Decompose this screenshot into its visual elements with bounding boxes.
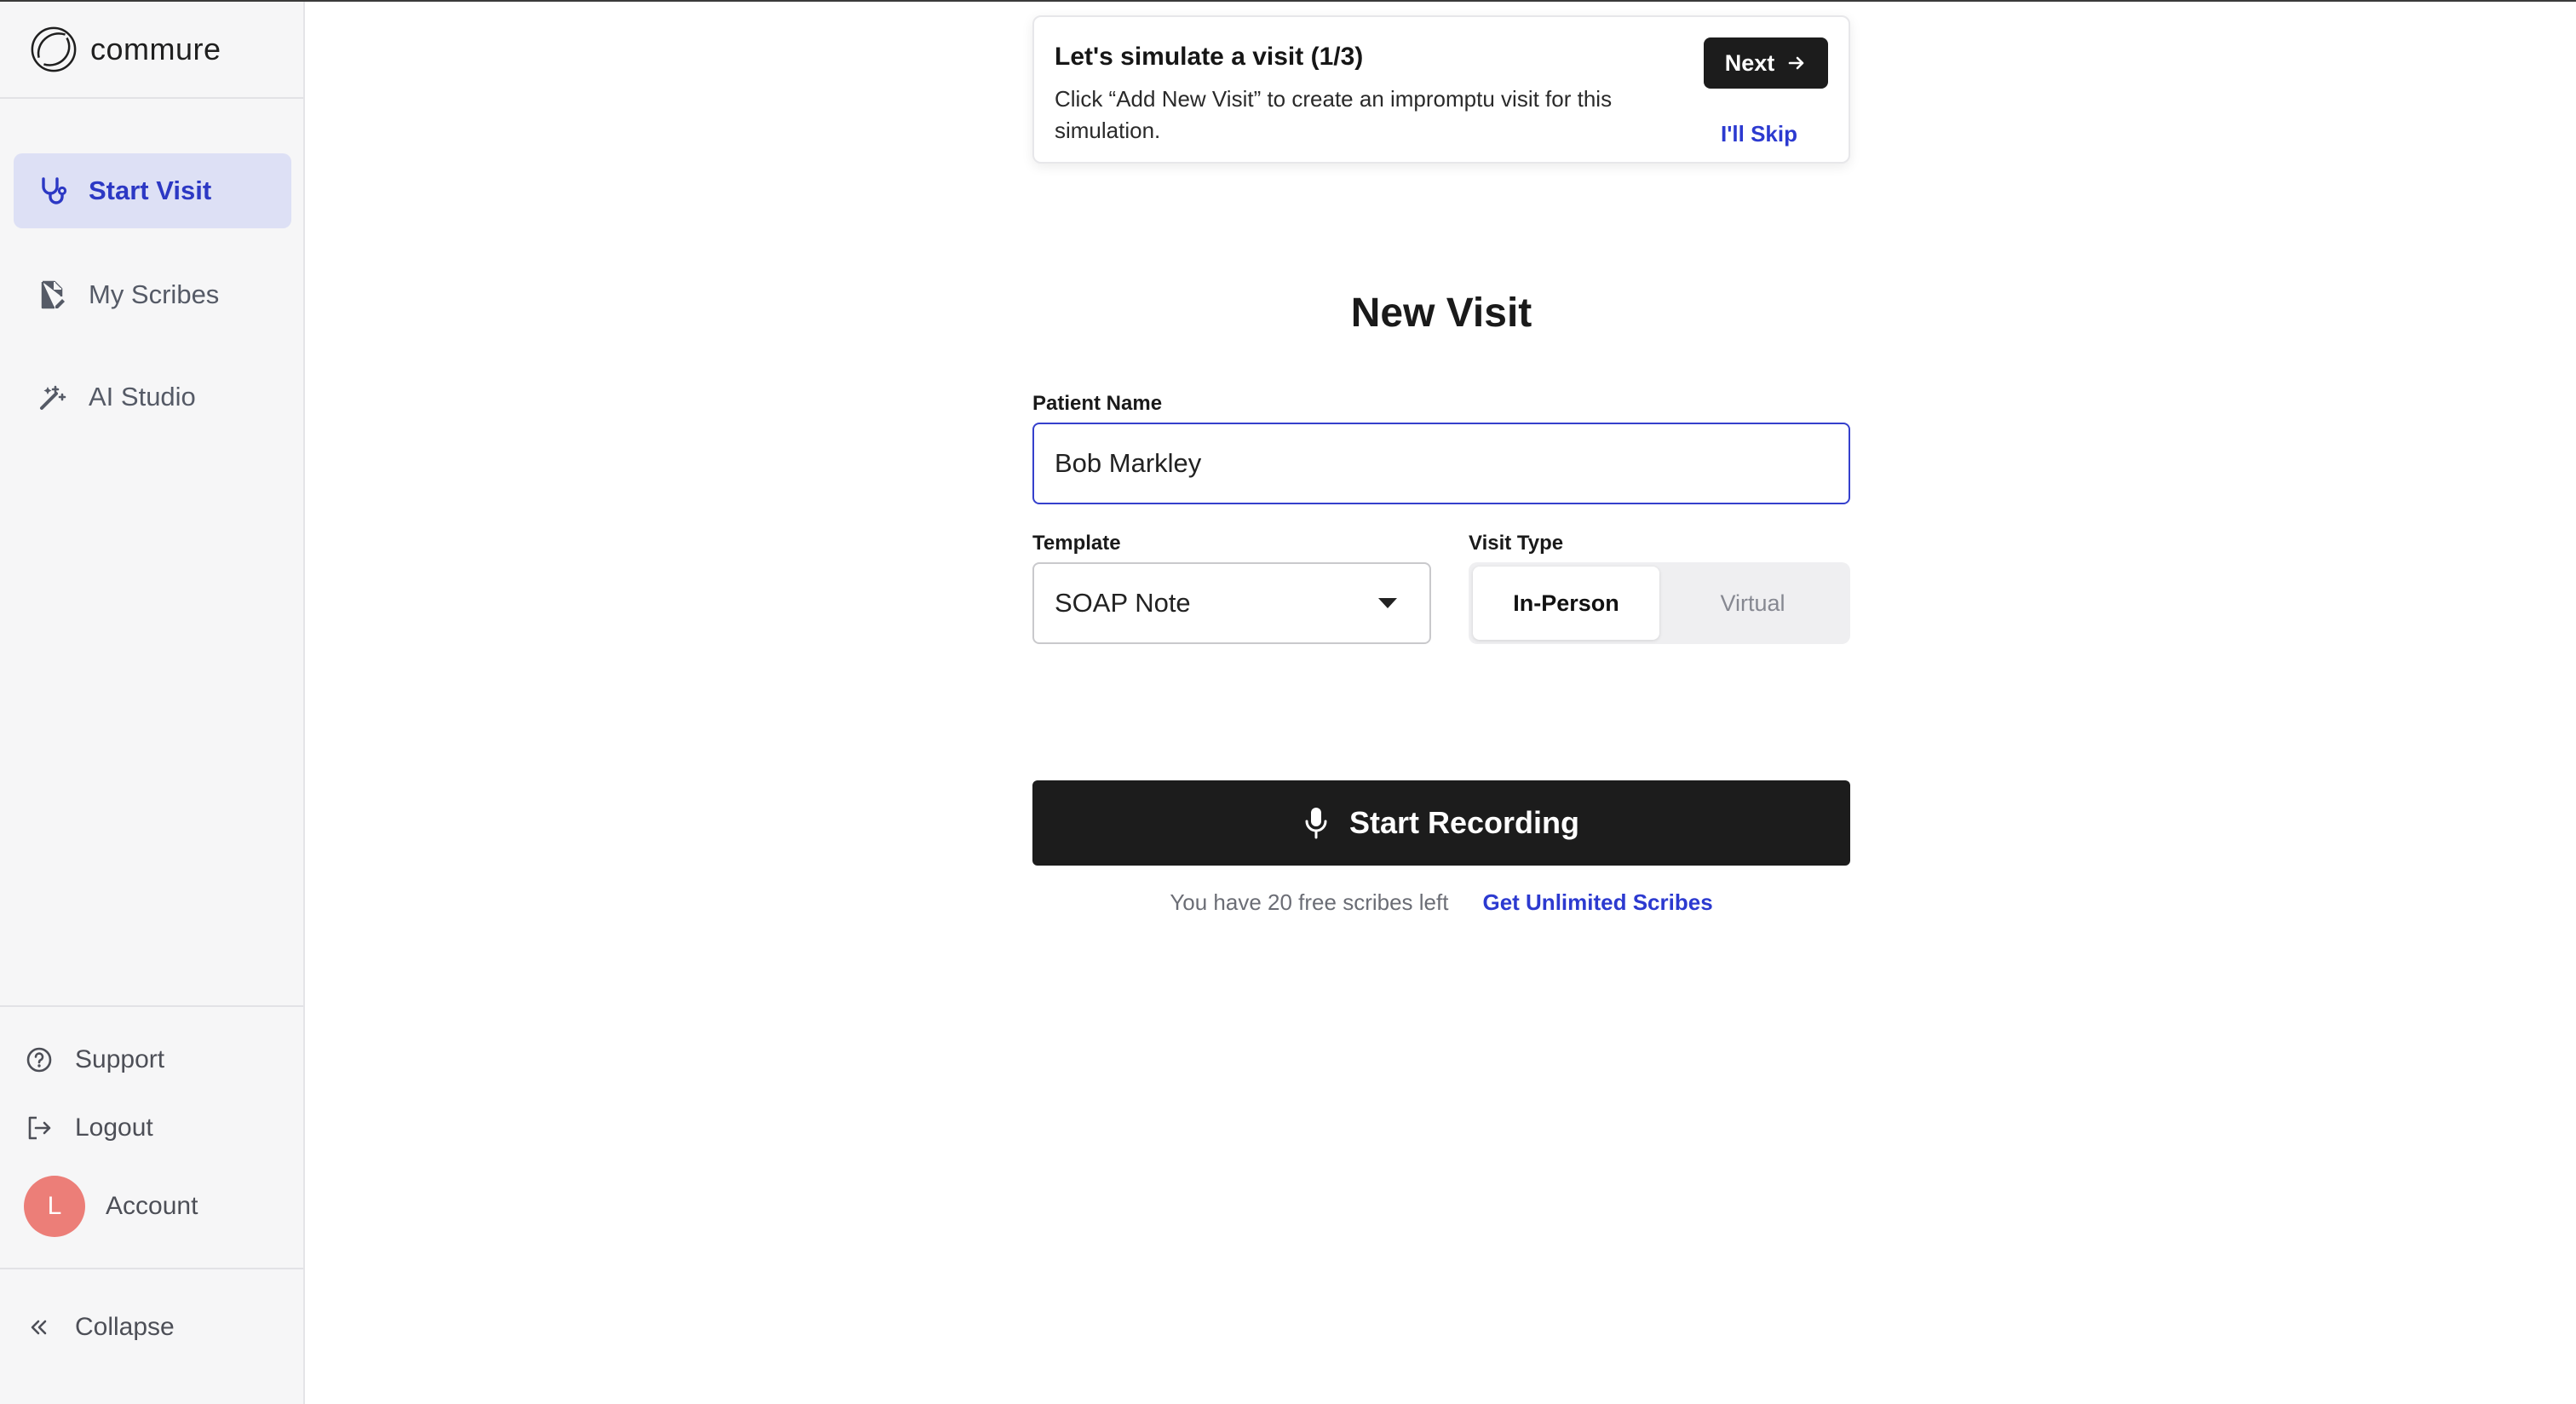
brand-logo[interactable]: commure [29, 22, 221, 77]
visit-type-toggle: In-Person Virtual [1469, 562, 1850, 644]
tutorial-title: Let's simulate a visit (1/3) [1055, 43, 1364, 71]
tutorial-skip-link[interactable]: I'll Skip [1721, 121, 1797, 147]
next-label: Next [1724, 49, 1775, 76]
tutorial-next-button[interactable]: Next [1704, 37, 1828, 89]
start-recording-label: Start Recording [1348, 805, 1580, 840]
support-link[interactable]: Support [22, 1043, 164, 1077]
logout-label: Logout [75, 1113, 153, 1142]
patient-name-input[interactable]: Bob Markley [1032, 423, 1850, 504]
caret-down-icon [1378, 598, 1397, 608]
template-select[interactable]: SOAP Note [1032, 562, 1431, 644]
sidebar-item-start-visit[interactable]: Start Visit [14, 153, 291, 228]
avatar: L [24, 1176, 85, 1237]
sidebar-divider [0, 1268, 303, 1269]
sidebar-item-my-scribes[interactable]: My Scribes [14, 257, 291, 332]
template-label: Template [1032, 532, 1121, 555]
scribes-quota-note: You have 20 free scribes left Get Unlimi… [1032, 889, 1850, 916]
patient-name-value: Bob Markley [1055, 448, 1202, 478]
logout-icon [22, 1111, 56, 1145]
double-chevron-left-icon [22, 1310, 56, 1344]
get-unlimited-scribes-link[interactable]: Get Unlimited Scribes [1482, 889, 1712, 916]
tutorial-card: Let's simulate a visit (1/3) Click “Add … [1032, 15, 1850, 164]
start-recording-button[interactable]: Start Recording [1032, 780, 1850, 866]
visit-type-label: Visit Type [1469, 532, 1564, 555]
brand-name: commure [90, 32, 221, 66]
visit-type-in-person[interactable]: In-Person [1473, 567, 1659, 640]
sidebar-item-ai-studio[interactable]: AI Studio [14, 360, 291, 434]
microphone-icon [1303, 806, 1329, 840]
question-circle-icon [22, 1043, 56, 1077]
commure-logo-icon [31, 26, 77, 72]
document-icon [36, 278, 70, 312]
logout-link[interactable]: Logout [22, 1111, 153, 1145]
sidebar-item-label: AI Studio [89, 382, 196, 411]
collapse-sidebar-button[interactable]: Collapse [22, 1310, 175, 1344]
patient-name-label: Patient Name [1032, 392, 1163, 415]
tutorial-text: Click “Add New Visit” to create an impro… [1055, 86, 1613, 143]
account-label: Account [106, 1192, 198, 1220]
sidebar-item-label: My Scribes [89, 279, 220, 309]
sidebar-divider [0, 1005, 303, 1007]
magic-wand-icon [36, 380, 70, 414]
arrow-right-icon [1786, 53, 1807, 73]
page-title: New Visit [1350, 291, 1532, 336]
free-scribes-text: You have 20 free scribes left [1170, 889, 1449, 915]
visit-type-virtual[interactable]: Virtual [1659, 567, 1846, 640]
window-top-border [0, 0, 2576, 2]
stethoscope-icon [36, 174, 70, 208]
sidebar-divider [0, 97, 303, 99]
template-value: SOAP Note [1055, 588, 1191, 618]
sidebar: commure Start Visit My Scribes AI Studio… [0, 2, 305, 1404]
collapse-label: Collapse [75, 1313, 175, 1341]
sidebar-item-label: Start Visit [89, 176, 212, 205]
account-link[interactable]: L Account [24, 1176, 198, 1237]
support-label: Support [75, 1045, 165, 1073]
